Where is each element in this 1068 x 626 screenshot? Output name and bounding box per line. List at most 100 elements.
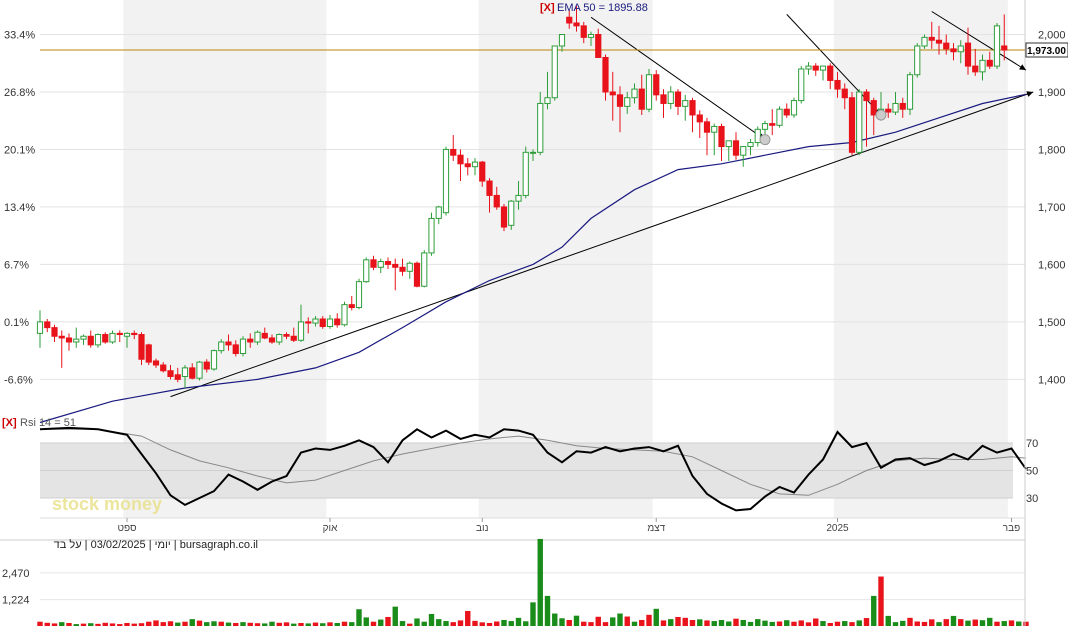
candle-up: [921, 36, 928, 47]
candle-up: [711, 125, 718, 133]
candle-down: [203, 361, 210, 370]
volume-bar: [943, 619, 949, 626]
volume-bar: [682, 617, 688, 626]
candle-down: [689, 100, 696, 116]
volume-bar: [218, 621, 224, 626]
candle-up: [442, 148, 450, 214]
month-label: פבר: [1003, 523, 1020, 534]
volume-bar: [936, 622, 942, 626]
volume-bar: [1001, 621, 1007, 626]
candle-down: [783, 108, 790, 116]
percent-tick-label: 20.1%: [4, 144, 35, 156]
volume-bar: [929, 619, 935, 626]
volume-bar: [595, 616, 601, 626]
volume-bar: [646, 614, 652, 626]
month-label: אוק: [323, 523, 338, 534]
volume-bar: [711, 621, 717, 626]
candle-up: [558, 33, 566, 47]
candle-down: [268, 337, 276, 343]
percent-tick-label: 26.8%: [4, 87, 35, 99]
price-tick-label: 1,700: [1038, 202, 1066, 214]
volume-bar: [581, 621, 587, 626]
candle-up: [747, 142, 754, 148]
touch-marker: [875, 109, 887, 121]
candle-down: [769, 123, 776, 126]
candle-up: [508, 200, 515, 226]
volume-bar: [784, 620, 790, 626]
candle-down: [370, 259, 377, 268]
candle-up: [805, 65, 812, 70]
volume-bar: [987, 617, 993, 626]
volume-bar: [479, 622, 485, 626]
candle-down: [486, 180, 493, 196]
volume-bar: [856, 620, 862, 626]
volume-bar: [820, 621, 826, 626]
volume-bar: [436, 619, 442, 626]
volume-bar: [871, 595, 877, 626]
candle-down: [464, 163, 471, 168]
volume-bar: [414, 618, 420, 626]
volume-bar: [196, 620, 203, 626]
rsi-close-button[interactable]: [X]: [2, 417, 17, 429]
last-price-label: 1,973.00: [1027, 46, 1066, 57]
volume-bar: [740, 619, 746, 626]
volume-bar: [566, 619, 572, 626]
candle-down: [102, 334, 109, 343]
candle-down: [964, 42, 972, 67]
volume-bar: [762, 620, 768, 626]
candle-down: [65, 337, 73, 343]
candle-up: [355, 281, 363, 309]
volume-bar: [421, 621, 427, 626]
candle-down: [863, 91, 870, 102]
volume-bar: [1008, 620, 1015, 626]
candle-down: [935, 39, 943, 44]
candle-up: [363, 259, 370, 283]
volume-bar: [733, 618, 739, 626]
touch-marker: [759, 134, 771, 146]
candle-down: [870, 100, 877, 116]
volume-bar: [588, 622, 594, 626]
volume-bar: [153, 620, 159, 626]
volume-bar: [211, 621, 217, 626]
candle-up: [551, 45, 558, 99]
volume-bar: [327, 622, 333, 626]
volume-bar: [182, 621, 188, 626]
volume-bar: [160, 622, 166, 626]
candle-up: [471, 161, 479, 168]
volume-bar: [472, 620, 478, 626]
candle-down: [51, 327, 58, 337]
candle-up: [819, 65, 827, 71]
volume-bar: [878, 576, 884, 626]
candle-down: [638, 88, 645, 110]
candle-down: [674, 91, 682, 107]
ema-close-button[interactable]: [X]: [540, 2, 555, 14]
volume-bar: [225, 622, 232, 626]
volume-bar: [972, 619, 978, 626]
volume-bar: [726, 621, 732, 626]
candle-down: [928, 36, 935, 41]
candle-down: [384, 261, 392, 265]
volume-bar: [240, 622, 246, 626]
candle-up: [761, 123, 769, 130]
candle-up: [979, 59, 986, 73]
volume-bar: [283, 622, 290, 626]
candle-up: [341, 304, 348, 326]
volume-bar: [617, 613, 623, 626]
volume-bar: [631, 621, 638, 626]
volume-bar: [660, 620, 667, 626]
candle-down: [653, 74, 660, 96]
volume-bar: [885, 615, 891, 626]
rsi-axis: 30 50 70: [1026, 438, 1038, 505]
volume-bar: [979, 620, 986, 626]
volume-bar: [805, 622, 812, 626]
candle-down: [1001, 45, 1008, 51]
candle-up: [993, 25, 1001, 67]
volume-bar: [523, 621, 529, 626]
month-band: [123, 0, 327, 518]
candle-down: [573, 22, 580, 27]
candle-up: [914, 45, 921, 76]
watermark: stock money: [52, 494, 162, 514]
candle-up: [544, 97, 551, 104]
candle-up: [312, 318, 319, 324]
candle-down: [58, 335, 65, 339]
